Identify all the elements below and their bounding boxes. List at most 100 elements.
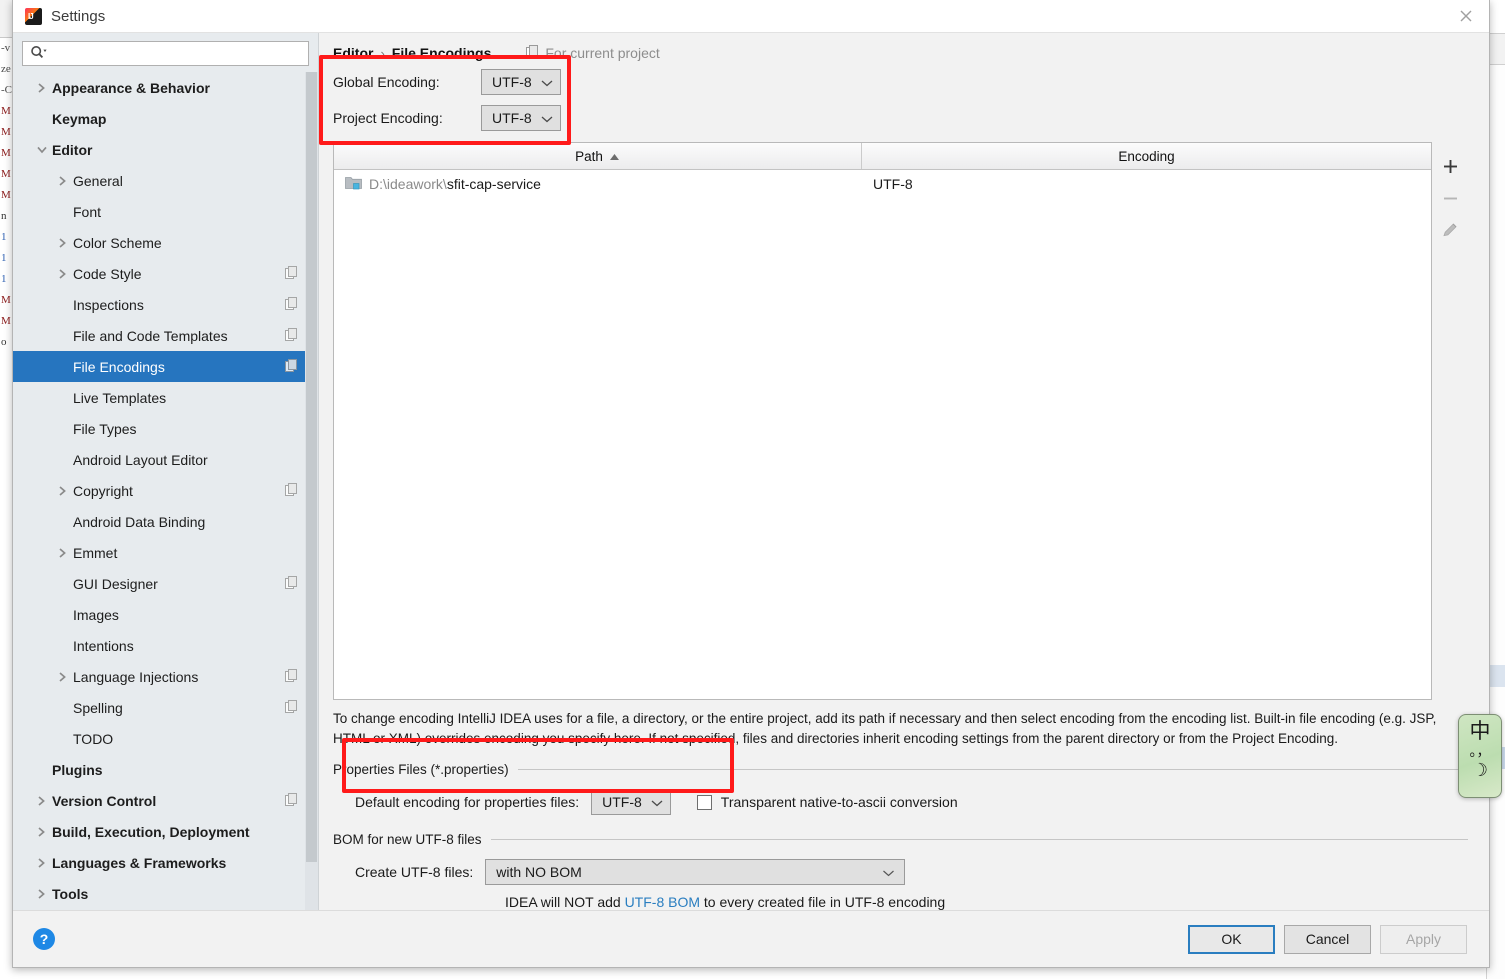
column-header-path[interactable]: Path [334, 143, 862, 169]
sidebar-item-intentions[interactable]: Intentions [13, 630, 318, 661]
project-encoding-value: UTF-8 [492, 110, 532, 126]
sidebar-item-label: TODO [73, 730, 114, 747]
sidebar-item-live-templates[interactable]: Live Templates [13, 382, 318, 413]
sidebar-item-gui-designer[interactable]: GUI Designer [13, 568, 318, 599]
sidebar-item-label: Code Style [73, 265, 142, 282]
sidebar-item-android-layout-editor[interactable]: Android Layout Editor [13, 444, 318, 475]
sidebar-item-label: Live Templates [73, 389, 167, 406]
copy-scope-icon [526, 45, 539, 61]
chevron-right-icon[interactable] [35, 794, 48, 807]
cancel-button[interactable]: Cancel [1284, 924, 1371, 954]
sidebar-item-label: File Encodings [73, 358, 165, 375]
sidebar-scrollbar-thumb[interactable] [306, 72, 317, 862]
utf8-bom-link[interactable]: UTF-8 BOM [625, 894, 700, 910]
apply-button[interactable]: Apply [1380, 924, 1467, 954]
sidebar-item-file-types[interactable]: File Types [13, 413, 318, 444]
sidebar-item-label: Images [73, 606, 119, 623]
sidebar-item-emmet[interactable]: Emmet [13, 537, 318, 568]
table-cell-encoding[interactable]: UTF-8 [862, 176, 1431, 192]
chevron-right-icon[interactable] [35, 81, 48, 94]
transparent-conversion-checkbox[interactable] [696, 794, 712, 810]
remove-button[interactable] [1435, 183, 1465, 213]
chevron-right-icon[interactable] [56, 267, 69, 280]
sidebar-item-label: General [73, 172, 123, 189]
sidebar-item-editor[interactable]: Editor [13, 134, 318, 165]
chevron-right-icon[interactable] [56, 484, 69, 497]
help-button[interactable]: ? [33, 928, 55, 950]
project-encoding-row: Project Encoding: UTF-8 [333, 100, 1489, 136]
sidebar-item-languages-frameworks[interactable]: Languages & Frameworks [13, 847, 318, 878]
chevron-right-icon[interactable] [56, 546, 69, 559]
chevron-down-icon[interactable] [35, 143, 48, 156]
sidebar-item-todo[interactable]: TODO [13, 723, 318, 754]
sidebar-item-tools[interactable]: Tools [13, 878, 318, 909]
sidebar-item-code-style[interactable]: Code Style [13, 258, 318, 289]
chevron-right-icon[interactable] [35, 856, 48, 869]
default-properties-encoding-combo[interactable]: UTF-8 [591, 789, 671, 815]
sidebar-item-label: Build, Execution, Deployment [52, 823, 250, 840]
scope-copy-icon [285, 668, 298, 685]
scope-copy-icon [285, 575, 298, 592]
global-encoding-label: Global Encoding: [333, 74, 440, 90]
column-header-encoding[interactable]: Encoding [862, 143, 1431, 169]
sidebar-scrollbar[interactable] [305, 72, 318, 910]
sidebar-item-file-and-code-templates[interactable]: File and Code Templates [13, 320, 318, 351]
default-properties-encoding-row: Default encoding for properties files: U… [355, 789, 1468, 815]
sidebar-item-plugins[interactable]: Plugins [13, 754, 318, 785]
close-icon[interactable] [1443, 0, 1489, 32]
sidebar-item-label: Emmet [73, 544, 118, 561]
settings-tree: Appearance & Behavior Keymap Editor General… [13, 72, 318, 910]
scope-copy-icon [285, 296, 298, 313]
global-encoding-row: Global Encoding: UTF-8 [333, 64, 1489, 100]
sidebar-item-build-execution-deployment[interactable]: Build, Execution, Deployment [13, 816, 318, 847]
sidebar-item-label: Version Control [52, 792, 157, 809]
search-input[interactable] [49, 43, 308, 64]
sidebar-item-copyright[interactable]: Copyright [13, 475, 318, 506]
sidebar-item-label: File and Code Templates [73, 327, 228, 344]
global-encoding-combo[interactable]: UTF-8 [481, 69, 561, 95]
sidebar-item-appearance-behavior[interactable]: Appearance & Behavior [13, 72, 318, 103]
chevron-right-icon[interactable] [35, 887, 48, 900]
chevron-right-icon[interactable] [56, 236, 69, 249]
chevron-down-icon [541, 75, 553, 90]
scope-indicator: For current project [526, 45, 660, 61]
ime-moon-icon[interactable]: ☽ [1472, 760, 1488, 780]
ok-button[interactable]: OK [1188, 924, 1275, 954]
ime-language-widget[interactable]: 中 。， ☽ [1458, 714, 1502, 798]
search-box[interactable] [22, 41, 309, 66]
project-encoding-combo[interactable]: UTF-8 [481, 105, 561, 131]
sidebar-item-general[interactable]: General [13, 165, 318, 196]
encoding-table: Path Encoding D:\ideawork\sfit-cap-servi… [333, 142, 1432, 700]
sidebar-item-inspections[interactable]: Inspections [13, 289, 318, 320]
table-row[interactable]: D:\ideawork\sfit-cap-service UTF-8 [334, 170, 1431, 198]
file-encodings-panel: Editor › File Encodings For current proj… [319, 33, 1489, 910]
default-properties-encoding-label: Default encoding for properties files: [355, 794, 580, 810]
breadcrumb: Editor › File Encodings For current proj… [319, 33, 1489, 64]
sidebar-item-color-scheme[interactable]: Color Scheme [13, 227, 318, 258]
sidebar-item-spelling[interactable]: Spelling [13, 692, 318, 723]
chevron-right-icon[interactable] [35, 825, 48, 838]
sidebar-item-keymap[interactable]: Keymap [13, 103, 318, 134]
chevron-right-icon[interactable] [56, 670, 69, 683]
transparent-conversion-row[interactable]: Transparent native-to-ascii conversion [696, 794, 958, 810]
create-utf8-files-combo[interactable]: with NO BOM [485, 859, 906, 885]
chevron-down-icon [541, 111, 553, 126]
sidebar-item-images[interactable]: Images [13, 599, 318, 630]
edit-pencil-icon[interactable] [1435, 215, 1465, 245]
chevron-right-icon[interactable] [56, 174, 69, 187]
bom-group-title: BOM for new UTF-8 files [333, 832, 1468, 847]
sidebar-item-android-data-binding[interactable]: Android Data Binding [13, 506, 318, 537]
sidebar-item-version-control[interactable]: Version Control [13, 785, 318, 816]
ime-mode-indicator[interactable]: 中 [1470, 719, 1491, 743]
sidebar-item-font[interactable]: Font [13, 196, 318, 227]
add-button[interactable] [1435, 151, 1465, 181]
group-divider [517, 769, 1468, 770]
ime-punctuation-toggle[interactable]: 。， [1470, 743, 1491, 760]
encoding-settings-rows: Global Encoding: UTF-8 Project Encoding:… [319, 64, 1489, 136]
breadcrumb-parent[interactable]: Editor [333, 45, 373, 61]
sidebar-item-label: Android Layout Editor [73, 451, 208, 468]
properties-files-group: Properties Files (*.properties) Default … [333, 762, 1468, 815]
sidebar-item-file-encodings[interactable]: File Encodings [13, 351, 318, 382]
folder-module-icon [345, 175, 362, 193]
sidebar-item-language-injections[interactable]: Language Injections [13, 661, 318, 692]
